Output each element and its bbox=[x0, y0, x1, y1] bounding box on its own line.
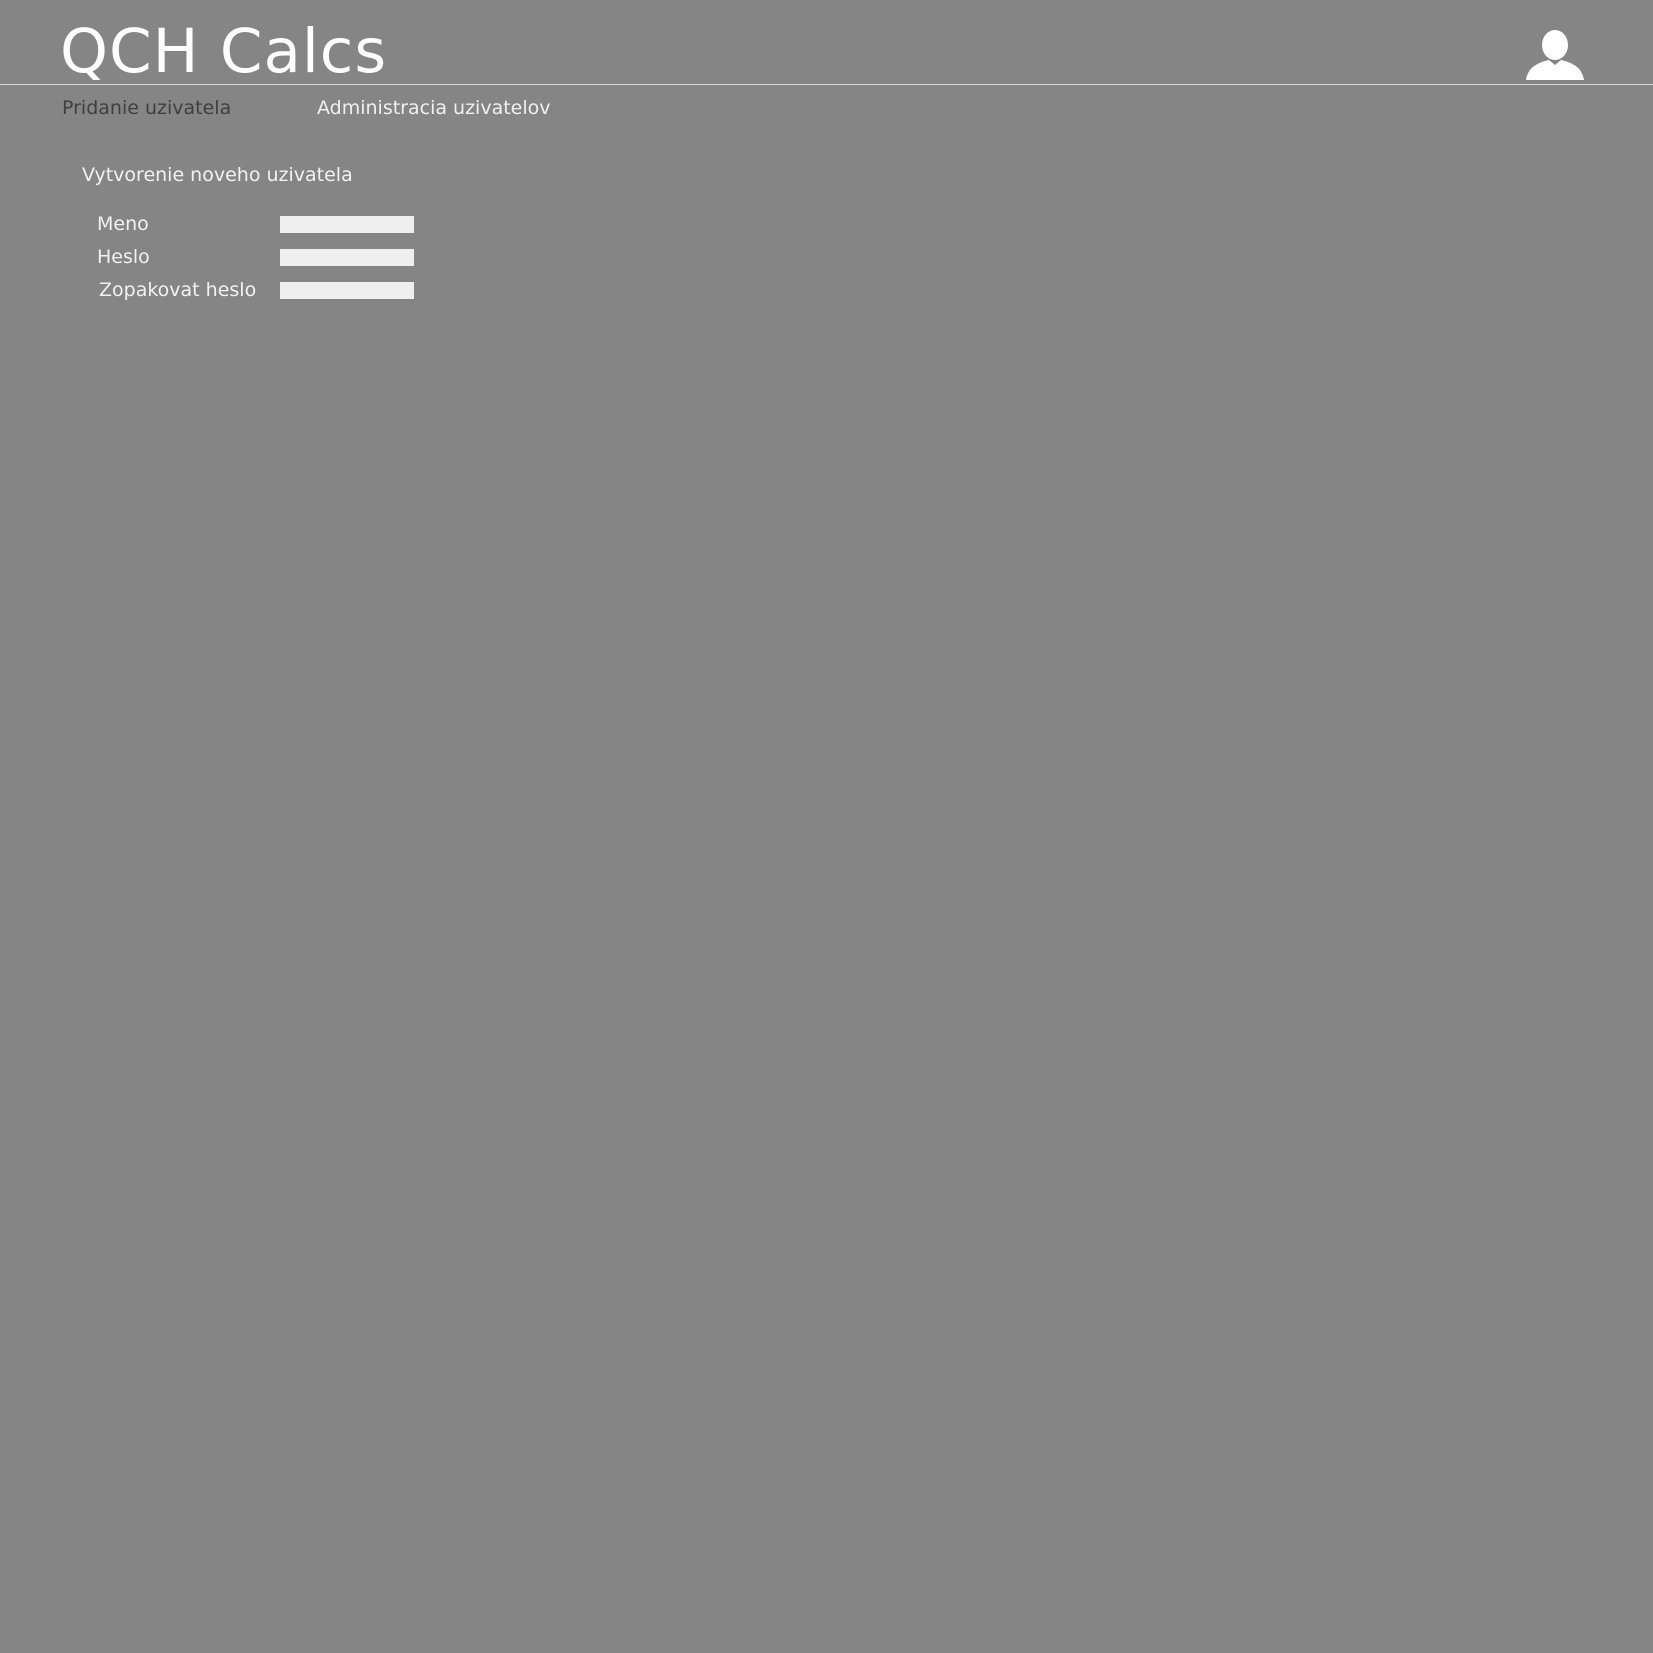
password-input[interactable] bbox=[280, 249, 414, 266]
password-label: Heslo bbox=[97, 246, 150, 268]
app-title: QCH Calcs bbox=[60, 16, 388, 87]
form-row-name: Meno bbox=[0, 212, 420, 236]
top-nav: Pridanie uzivatela Administracia uzivate… bbox=[0, 96, 1653, 120]
form-row-repeat-password: Zopakovat heslo bbox=[0, 278, 420, 302]
repeat-password-input[interactable] bbox=[280, 282, 414, 299]
repeat-password-label: Zopakovat heslo bbox=[99, 279, 257, 301]
user-icon[interactable] bbox=[1524, 30, 1586, 82]
user-icon-graphic bbox=[1526, 30, 1584, 80]
nav-item-add-user[interactable]: Pridanie uzivatela bbox=[62, 96, 231, 120]
app-header: QCH Calcs bbox=[0, 0, 1653, 87]
name-input[interactable] bbox=[280, 216, 414, 233]
form-title: Vytvorenie noveho uzivatela bbox=[82, 164, 353, 186]
form-row-password: Heslo bbox=[0, 245, 420, 269]
name-label: Meno bbox=[97, 213, 149, 235]
nav-item-user-administration[interactable]: Administracia uzivatelov bbox=[317, 96, 551, 120]
